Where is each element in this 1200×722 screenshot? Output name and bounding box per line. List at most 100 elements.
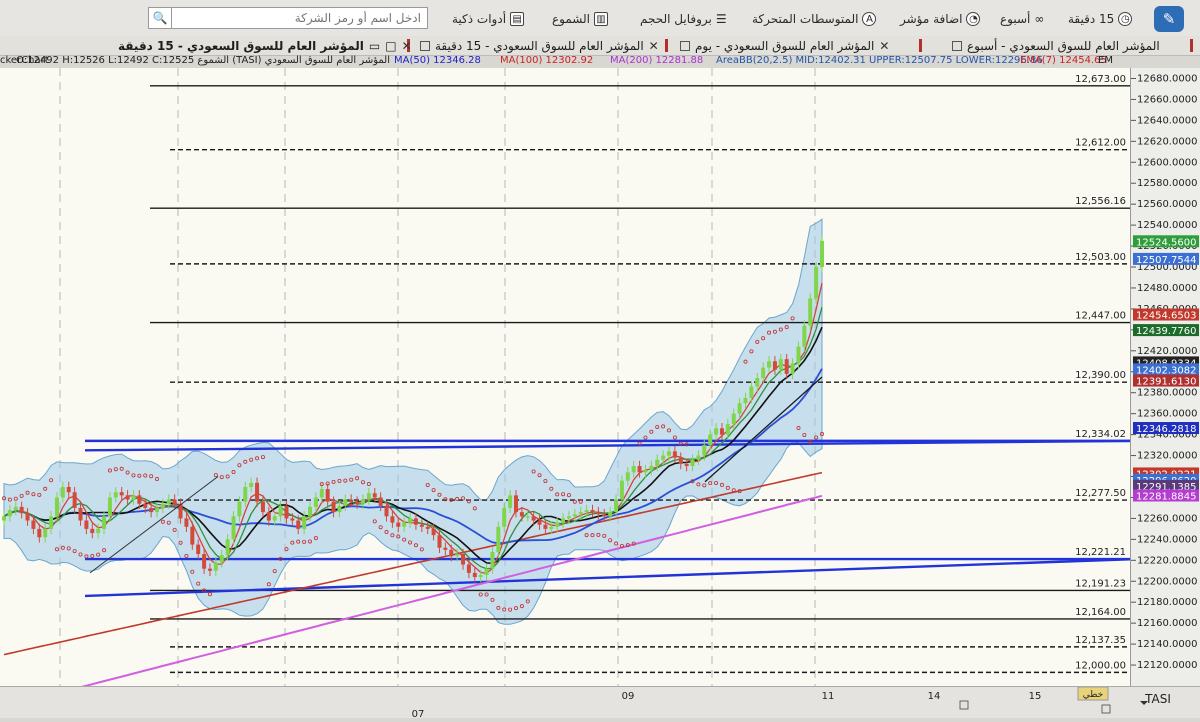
candle-body [708,434,713,446]
ohlc-readout: المؤشر العام للسوق السعودي (TASI) الشموع… [16,55,390,66]
ma200-readout: MA(200) 12281.88 [610,55,704,66]
ma50-readout: MA(50) 12346.28 [394,55,481,66]
candle-body [690,459,695,467]
tab-weekly[interactable]: المؤشر العام للسوق السعودي - أسبوع [952,37,1160,54]
tab-daily[interactable]: ✕ المؤشر العام للسوق السعودي - يوم [680,37,889,54]
pencil-icon[interactable]: ✎ [1154,6,1184,32]
candle-body [31,520,36,529]
candle-body [60,486,65,498]
candle-body [372,493,377,498]
search-input[interactable] [172,11,427,25]
indicator-legend: ckerChart المؤشر العام للسوق السعودي (TA… [0,55,1130,68]
close-icon[interactable]: ✕ [402,39,412,53]
close-icon[interactable]: ✕ [649,39,659,53]
tab-separator [919,39,922,52]
price-tick-label: 12180.0000 [1137,597,1197,608]
candle-body [796,346,801,364]
candle-body [66,486,71,493]
moving-averages-label: المتوسطات المتحركة [752,12,859,26]
candle-body [284,505,289,519]
candle-body [619,480,624,500]
price-tick-label: 12160.0000 [1137,618,1197,629]
smart-tools-button[interactable]: ▤ أدوات ذكية [452,10,525,28]
candle-body [107,497,112,517]
candle-body [243,486,248,502]
volume-profile-button[interactable]: ☰ بروفايل الحجم [640,10,727,28]
level-label: 12,277.50 [1075,488,1126,499]
tab-daily-label: المؤشر العام للسوق السعودي - يوم [695,38,875,53]
level-label: 12,673.00 [1075,74,1126,85]
candle-body [537,520,542,525]
candle-body [378,497,383,506]
add-indicator-button[interactable]: ◔ اضافة مؤشر [900,10,981,28]
candle-body [172,499,177,504]
price-tag-label: 12524.5600 [1136,237,1196,248]
chart-plot-area[interactable]: 12,673.00 12,612.00 12,556.16 12,503.00 12,4… [0,68,1130,686]
candle-body [384,505,389,517]
bb-readout: AreaBB(20,2.5) MID:12402.31 UPPER:12507.… [716,55,1043,66]
candle-body [278,505,283,517]
candle-body [814,267,819,299]
price-axis[interactable]: 12680.0000 12660.0000 12640.0000 12620.0000… [1130,68,1200,686]
price-tick-label: 12420.0000 [1137,346,1197,357]
add-indicator-label: اضافة مؤشر [900,12,963,26]
gauge-icon: ◔ [966,12,981,26]
level-label: 12,556.16 [1075,196,1126,207]
candle-body [249,482,254,487]
candle-body [184,518,189,527]
candle-body [219,555,224,563]
price-tick-label: 12680.0000 [1137,73,1197,84]
tab-15min-active[interactable]: ✕ □ ▭ المؤشر العام للسوق السعودي - 15 دق… [118,37,412,54]
candle-body [319,489,324,498]
price-tick-label: 12640.0000 [1137,115,1197,126]
candle-body [543,524,548,529]
price-tick-label: 12320.0000 [1137,451,1197,462]
candle-body [737,403,742,414]
maximize-icon[interactable] [680,40,690,51]
candle-body [113,492,118,498]
candle-body [431,528,436,536]
maximize-icon[interactable] [952,40,962,51]
candle-body [166,499,171,504]
maximize-icon[interactable] [420,40,430,51]
candle-body [119,492,124,496]
tab-15min-label: المؤشر العام للسوق السعودي - 15 دقيقة [435,38,644,53]
price-tick-label: 12600.0000 [1137,157,1197,168]
candle-body [502,507,507,527]
candle-body [790,363,795,374]
candle-body [390,516,395,523]
price-tag-label: 12507.7544 [1136,255,1196,266]
maximize-icon[interactable]: □ [385,39,396,53]
restore-icon[interactable]: ▭ [369,39,380,53]
interval-selector[interactable]: ◷ 15 دقيقة [1068,10,1133,28]
close-icon[interactable]: ✕ [879,39,889,53]
price-tick-label: 12260.0000 [1137,513,1197,524]
top-toolbar: ✎ ◷ 15 دقيقة ∞ أسبوع ◔ اضافة مؤشر A المت… [0,0,1200,37]
candle-body [355,501,360,504]
price-tick-label: 12620.0000 [1137,136,1197,147]
candle-body [396,522,401,527]
candle-body [519,512,524,517]
candle-body [772,361,777,370]
candles-button[interactable]: ▥ الشموع [552,10,608,28]
candle-body [666,451,671,456]
candle-body [778,359,783,370]
candlestick-chart[interactable]: 12,673.00 12,612.00 12,556.16 12,503.00 12,4… [0,68,1130,686]
company-search[interactable]: 🔍 [148,7,428,29]
candle-body [466,564,471,573]
candle-body [461,554,466,565]
candle-body [125,495,130,500]
search-icon[interactable]: 🔍 [149,8,172,28]
price-tick-label: 12560.0000 [1137,199,1197,210]
candle-body [337,505,342,513]
period-selector[interactable]: ∞ أسبوع [1000,10,1044,28]
moving-averages-button[interactable]: A المتوسطات المتحركة [752,10,877,28]
price-tick-label: 12200.0000 [1137,576,1197,587]
candle-body [149,507,154,513]
candle-body [143,503,148,508]
candle-body [508,495,513,508]
tab-15min[interactable]: ✕ المؤشر العام للسوق السعودي - 15 دقيقة [420,37,659,54]
price-tag-label: 12391.6130 [1136,377,1196,388]
time-axis[interactable]: 07 09 11 14 15 خطي TASI [0,686,1200,720]
price-tick-label: 12660.0000 [1137,94,1197,105]
